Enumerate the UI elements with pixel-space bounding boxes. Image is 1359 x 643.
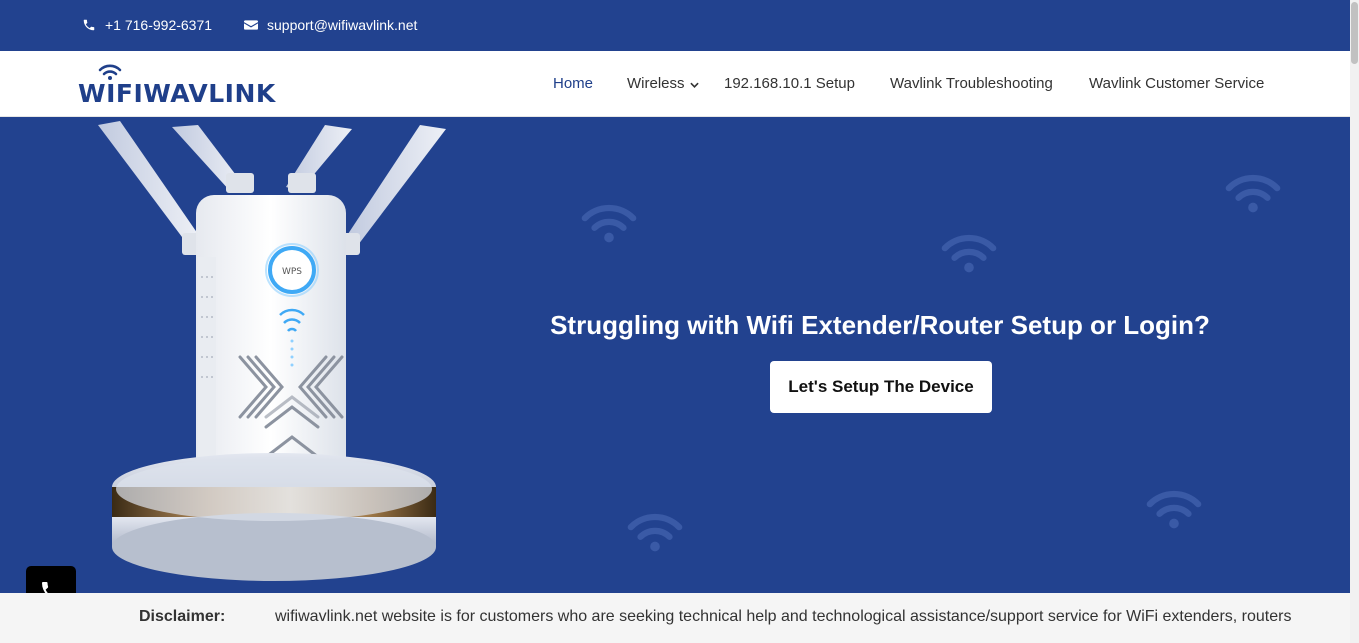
site-header: WIFIWAVLINK Home Wireless 192.168.10.1 S… (0, 51, 1350, 117)
nav-setup[interactable]: 192.168.10.1 Setup (724, 75, 855, 92)
wifi-icon (1146, 490, 1202, 529)
phone-link[interactable]: +1 716-992-6371 (82, 17, 212, 33)
chevron-down-icon (689, 82, 699, 88)
phone-icon (82, 18, 96, 32)
nav-wireless-label: Wireless (627, 75, 685, 92)
disclaimer-bar: Disclaimer: wifiwavlink.net website is f… (0, 593, 1350, 643)
wifi-icon (941, 234, 997, 273)
nav-troubleshooting[interactable]: Wavlink Troubleshooting (890, 75, 1053, 92)
nav-home[interactable]: Home (553, 75, 593, 92)
nav-wireless[interactable]: Wireless (627, 75, 699, 92)
disclaimer-text: wifiwavlink.net website is for customers… (275, 608, 1292, 625)
hero-banner: WPS Struggling with Wifi Extender/Router… (0, 117, 1350, 593)
scrollbar-thumb[interactable] (1351, 2, 1358, 64)
envelope-icon (244, 19, 258, 31)
wifi-icon (1225, 174, 1281, 213)
page-scrollbar[interactable] (1350, 0, 1359, 643)
wps-label: WPS (282, 267, 302, 277)
logo-text: WIFIWAVLINK (78, 79, 276, 108)
page: +1 716-992-6371 support@wifiwavlink.net … (0, 0, 1359, 643)
top-contact-bar: +1 716-992-6371 support@wifiwavlink.net (0, 0, 1350, 51)
email-address: support@wifiwavlink.net (267, 17, 418, 33)
phone-number: +1 716-992-6371 (105, 17, 213, 33)
site-logo[interactable]: WIFIWAVLINK (78, 61, 275, 109)
disclaimer-label: Disclaimer: (139, 608, 226, 625)
setup-device-button[interactable]: Let's Setup The Device (770, 361, 992, 413)
wifi-extender-product-image: WPS (98, 121, 446, 581)
wifi-icon (581, 204, 637, 243)
hero-title: Struggling with Wifi Extender/Router Set… (550, 310, 1210, 340)
email-link[interactable]: support@wifiwavlink.net (244, 17, 417, 33)
wifi-icon (627, 513, 683, 552)
nav-customer-service[interactable]: Wavlink Customer Service (1089, 75, 1264, 92)
